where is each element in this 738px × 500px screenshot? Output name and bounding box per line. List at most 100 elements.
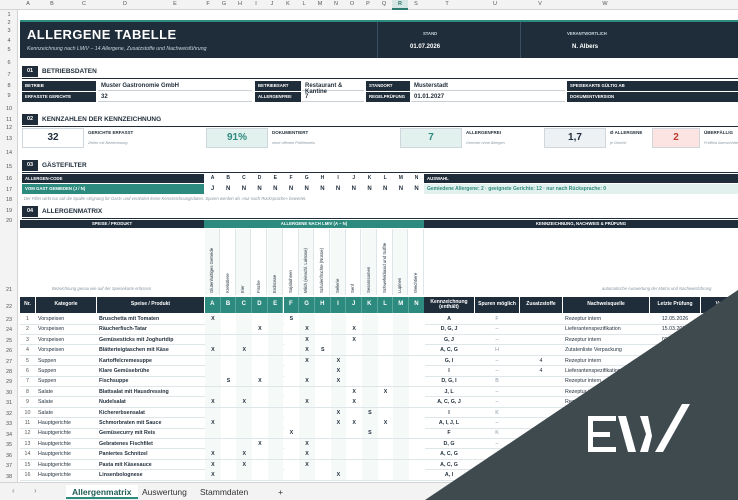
allergen-cell[interactable] bbox=[409, 366, 425, 376]
row-kategorie[interactable]: Vorspeisen bbox=[36, 335, 96, 345]
allergenfrei-value[interactable]: 7 bbox=[302, 92, 364, 102]
allergen-cell[interactable] bbox=[220, 470, 237, 480]
allergen-cell[interactable] bbox=[283, 407, 300, 418]
column-label[interactable]: W bbox=[560, 1, 650, 7]
allergen-cell[interactable] bbox=[330, 345, 347, 356]
row-letzte-pruefung[interactable]: 30.05.2026 bbox=[650, 376, 700, 386]
allergen-cell[interactable]: X bbox=[346, 418, 362, 428]
row-nachweisquelle[interactable]: Rezeptur intern bbox=[563, 439, 649, 449]
allergen-cell[interactable]: X bbox=[346, 334, 362, 345]
allergen-cell[interactable] bbox=[314, 438, 331, 449]
row-nachweisquelle[interactable]: Rezeptur intern bbox=[563, 418, 649, 428]
row-letzte-pruefung[interactable]: 11.04.2026 bbox=[650, 387, 700, 397]
row-number[interactable]: 3 bbox=[0, 28, 18, 34]
allergen-cell[interactable] bbox=[252, 386, 268, 397]
row-kategorie[interactable]: Salate bbox=[36, 397, 96, 407]
allergen-cell[interactable] bbox=[283, 449, 300, 460]
row-speise[interactable]: Linsenbolognese bbox=[97, 470, 204, 480]
allergen-cell[interactable]: X bbox=[299, 345, 315, 356]
row-number[interactable]: 37 bbox=[0, 463, 18, 469]
row-speise[interactable]: Räucherfisch-Tatar bbox=[97, 324, 204, 334]
row-zusatzstoffe[interactable]: 4 bbox=[520, 366, 562, 376]
row-number[interactable]: 9 bbox=[0, 93, 18, 99]
allergen-cell[interactable] bbox=[236, 386, 253, 397]
allergen-cell[interactable]: X bbox=[330, 355, 347, 366]
allergen-cell[interactable] bbox=[267, 397, 284, 408]
row-number[interactable]: 10 bbox=[0, 106, 18, 112]
allergen-cell[interactable] bbox=[362, 314, 378, 324]
allergen-cell[interactable] bbox=[346, 449, 362, 460]
allergen-cell[interactable] bbox=[409, 345, 425, 356]
allergen-cell[interactable] bbox=[409, 470, 425, 480]
row-speise[interactable]: Nudelsalat bbox=[97, 397, 204, 407]
tab-stammdaten[interactable]: Stammdaten bbox=[194, 485, 254, 499]
allergen-cell[interactable]: X bbox=[330, 366, 347, 376]
row-nachweisquelle[interactable]: Rezeptur intern bbox=[563, 356, 649, 366]
table-row[interactable]: 12 Hauptgerichte Gemüsecurry mit Reis X S F K R… bbox=[20, 428, 738, 439]
standort-value[interactable]: Musterstadt bbox=[411, 81, 565, 91]
gemieden-toggle[interactable]: N bbox=[346, 186, 361, 192]
row-number[interactable]: 14 bbox=[0, 150, 18, 156]
row-kategorie[interactable]: Suppen bbox=[36, 366, 96, 376]
allergen-cell[interactable] bbox=[220, 314, 237, 324]
allergen-cell[interactable]: S bbox=[283, 314, 300, 324]
row-zusatzstoffe[interactable] bbox=[520, 408, 562, 418]
row-number[interactable]: 13 bbox=[0, 136, 18, 142]
allergen-cell[interactable] bbox=[299, 314, 315, 324]
column-label[interactable]: E bbox=[150, 1, 200, 7]
row-nachweisquelle[interactable]: Rezeptur intern bbox=[563, 376, 649, 386]
allergen-cell[interactable]: X bbox=[299, 334, 315, 345]
allergen-cell[interactable] bbox=[393, 366, 410, 376]
allergen-cell[interactable]: X bbox=[299, 324, 315, 335]
column-label[interactable]: T bbox=[424, 1, 470, 7]
allergen-cell[interactable] bbox=[330, 438, 347, 449]
allergen-cell[interactable] bbox=[267, 386, 284, 397]
row-zusatzstoffe[interactable] bbox=[520, 397, 562, 407]
allergen-cell[interactable] bbox=[362, 470, 378, 480]
allergen-cell[interactable] bbox=[330, 397, 347, 408]
allergen-cell[interactable] bbox=[314, 449, 331, 460]
row-number[interactable]: 23 bbox=[0, 317, 18, 323]
row-zusatzstoffe[interactable] bbox=[520, 460, 562, 470]
row-number[interactable]: 16 bbox=[0, 176, 18, 182]
row-nachweisquelle[interactable]: Rezeptur intern bbox=[563, 449, 649, 459]
allergen-cell[interactable] bbox=[330, 428, 347, 439]
allergen-cell[interactable] bbox=[236, 438, 253, 449]
allergen-cell[interactable] bbox=[236, 355, 253, 366]
allergen-cell[interactable] bbox=[377, 345, 394, 356]
allergen-cell[interactable] bbox=[220, 407, 237, 418]
allergen-cell[interactable] bbox=[393, 355, 410, 366]
row-kategorie[interactable]: Hauptgerichte bbox=[36, 449, 96, 459]
row-number[interactable]: 22 bbox=[0, 304, 18, 310]
allergen-cell[interactable] bbox=[205, 355, 221, 366]
allergen-cell[interactable] bbox=[377, 428, 394, 439]
table-row[interactable]: 3 Vorspeisen Gemüsesticks mit Joghurtdip X X… bbox=[20, 334, 738, 346]
allergen-cell[interactable] bbox=[409, 459, 425, 470]
column-label[interactable]: L bbox=[296, 1, 312, 7]
allergen-cell[interactable] bbox=[267, 438, 284, 449]
verantwortlich-value[interactable]: N. Albers bbox=[572, 44, 598, 50]
allergen-cell[interactable] bbox=[409, 438, 425, 449]
allergen-cell[interactable] bbox=[377, 334, 394, 345]
row-zusatzstoffe[interactable] bbox=[520, 376, 562, 386]
allergen-cell[interactable] bbox=[393, 376, 410, 387]
allergen-cell[interactable] bbox=[299, 470, 315, 480]
row-number[interactable]: 2 bbox=[0, 20, 18, 26]
column-label[interactable]: G bbox=[216, 1, 232, 7]
table-row[interactable]: 11 Hauptgerichte Schmorbraten mit Sauce X X X… bbox=[20, 418, 738, 429]
allergen-cell[interactable] bbox=[283, 334, 300, 345]
allergen-cell[interactable] bbox=[236, 366, 253, 376]
allergen-cell[interactable]: X bbox=[236, 345, 253, 356]
row-letzte-pruefung[interactable]: 15.03.2026 bbox=[650, 324, 700, 334]
allergen-cell[interactable] bbox=[314, 355, 331, 366]
allergen-cell[interactable] bbox=[283, 397, 300, 408]
allergen-cell[interactable]: X bbox=[299, 397, 315, 408]
row-number[interactable]: 11 bbox=[0, 117, 18, 123]
allergen-cell[interactable] bbox=[283, 355, 300, 366]
scroll-left-icon[interactable]: ‹ bbox=[12, 486, 15, 495]
allergen-cell[interactable] bbox=[330, 314, 347, 324]
allergen-cell[interactable] bbox=[409, 428, 425, 439]
gemieden-toggle[interactable]: N bbox=[378, 186, 393, 192]
row-kategorie[interactable]: Salate bbox=[36, 387, 96, 397]
allergen-cell[interactable] bbox=[267, 428, 284, 439]
